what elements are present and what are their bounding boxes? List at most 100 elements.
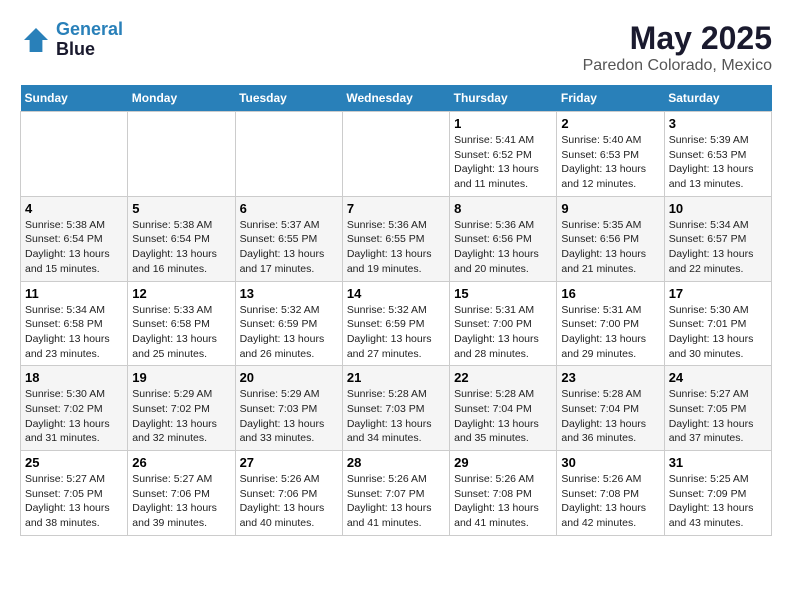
cell-text: and 30 minutes. <box>669 347 767 362</box>
cell-text: Sunrise: 5:29 AM <box>240 387 338 402</box>
cell-text: Sunset: 7:00 PM <box>454 317 552 332</box>
cell-text: Sunrise: 5:37 AM <box>240 218 338 233</box>
cell-text: Sunset: 6:53 PM <box>669 148 767 163</box>
cell-text: and 17 minutes. <box>240 262 338 277</box>
cell-text: Sunrise: 5:26 AM <box>240 472 338 487</box>
calendar-cell: 31Sunrise: 5:25 AMSunset: 7:09 PMDayligh… <box>664 451 771 536</box>
cell-text: and 38 minutes. <box>25 516 123 531</box>
day-number: 5 <box>132 201 230 216</box>
cell-text: Daylight: 13 hours <box>347 417 445 432</box>
cell-text: Daylight: 13 hours <box>561 417 659 432</box>
cell-text: Daylight: 13 hours <box>347 332 445 347</box>
cell-text: Sunset: 6:59 PM <box>240 317 338 332</box>
weekday-header-sunday: Sunday <box>21 85 128 112</box>
cell-text: Sunset: 6:54 PM <box>132 232 230 247</box>
day-number: 23 <box>561 370 659 385</box>
cell-text: Sunrise: 5:38 AM <box>132 218 230 233</box>
cell-text: and 37 minutes. <box>669 431 767 446</box>
cell-text: Sunrise: 5:35 AM <box>561 218 659 233</box>
subtitle: Paredon Colorado, Mexico <box>583 57 772 75</box>
cell-text: Daylight: 13 hours <box>347 247 445 262</box>
calendar-cell: 8Sunrise: 5:36 AMSunset: 6:56 PMDaylight… <box>450 196 557 281</box>
cell-text: and 11 minutes. <box>454 177 552 192</box>
calendar-cell: 22Sunrise: 5:28 AMSunset: 7:04 PMDayligh… <box>450 366 557 451</box>
cell-text: and 20 minutes. <box>454 262 552 277</box>
cell-text: Daylight: 13 hours <box>669 247 767 262</box>
cell-text: Sunrise: 5:41 AM <box>454 133 552 148</box>
page-header: General Blue May 2025 Paredon Colorado, … <box>20 20 772 75</box>
cell-text: Daylight: 13 hours <box>561 501 659 516</box>
logo-icon <box>20 24 52 56</box>
cell-text: Sunset: 6:54 PM <box>25 232 123 247</box>
calendar-cell: 15Sunrise: 5:31 AMSunset: 7:00 PMDayligh… <box>450 281 557 366</box>
cell-text: Sunrise: 5:28 AM <box>561 387 659 402</box>
day-number: 11 <box>25 286 123 301</box>
cell-text: Sunset: 7:07 PM <box>347 487 445 502</box>
calendar-cell: 29Sunrise: 5:26 AMSunset: 7:08 PMDayligh… <box>450 451 557 536</box>
cell-text: Sunrise: 5:26 AM <box>561 472 659 487</box>
day-number: 24 <box>669 370 767 385</box>
cell-text: and 35 minutes. <box>454 431 552 446</box>
calendar-cell: 11Sunrise: 5:34 AMSunset: 6:58 PMDayligh… <box>21 281 128 366</box>
calendar-cell: 26Sunrise: 5:27 AMSunset: 7:06 PMDayligh… <box>128 451 235 536</box>
day-number: 6 <box>240 201 338 216</box>
cell-text: Daylight: 13 hours <box>132 332 230 347</box>
logo-text: General Blue <box>56 20 123 60</box>
cell-text: Daylight: 13 hours <box>25 417 123 432</box>
cell-text: Sunset: 6:52 PM <box>454 148 552 163</box>
cell-text: Sunset: 7:06 PM <box>240 487 338 502</box>
cell-text: Sunset: 7:08 PM <box>454 487 552 502</box>
cell-text: Sunset: 7:05 PM <box>669 402 767 417</box>
cell-text: Sunrise: 5:32 AM <box>347 303 445 318</box>
day-number: 7 <box>347 201 445 216</box>
calendar-cell: 25Sunrise: 5:27 AMSunset: 7:05 PMDayligh… <box>21 451 128 536</box>
cell-text: Sunrise: 5:36 AM <box>347 218 445 233</box>
day-number: 29 <box>454 455 552 470</box>
cell-text: Sunrise: 5:40 AM <box>561 133 659 148</box>
cell-text: Daylight: 13 hours <box>669 332 767 347</box>
calendar-cell: 30Sunrise: 5:26 AMSunset: 7:08 PMDayligh… <box>557 451 664 536</box>
weekday-header-thursday: Thursday <box>450 85 557 112</box>
day-number: 19 <box>132 370 230 385</box>
cell-text: and 39 minutes. <box>132 516 230 531</box>
main-title: May 2025 <box>583 20 772 57</box>
day-number: 17 <box>669 286 767 301</box>
cell-text: Daylight: 13 hours <box>561 162 659 177</box>
day-number: 18 <box>25 370 123 385</box>
cell-text: and 13 minutes. <box>669 177 767 192</box>
day-number: 12 <box>132 286 230 301</box>
day-number: 13 <box>240 286 338 301</box>
cell-text: Sunset: 7:03 PM <box>240 402 338 417</box>
cell-text: and 23 minutes. <box>25 347 123 362</box>
cell-text: Sunset: 7:00 PM <box>561 317 659 332</box>
cell-text: Daylight: 13 hours <box>454 332 552 347</box>
cell-text: Daylight: 13 hours <box>240 332 338 347</box>
cell-text: Sunrise: 5:39 AM <box>669 133 767 148</box>
cell-text: Daylight: 13 hours <box>240 501 338 516</box>
day-number: 21 <box>347 370 445 385</box>
weekday-header-saturday: Saturday <box>664 85 771 112</box>
cell-text: Sunset: 6:59 PM <box>347 317 445 332</box>
cell-text: Sunrise: 5:27 AM <box>25 472 123 487</box>
cell-text: Sunset: 7:04 PM <box>454 402 552 417</box>
calendar-cell: 18Sunrise: 5:30 AMSunset: 7:02 PMDayligh… <box>21 366 128 451</box>
cell-text: Daylight: 13 hours <box>669 162 767 177</box>
cell-text: Sunrise: 5:27 AM <box>669 387 767 402</box>
cell-text: Daylight: 13 hours <box>454 162 552 177</box>
day-number: 15 <box>454 286 552 301</box>
cell-text: Sunset: 6:53 PM <box>561 148 659 163</box>
cell-text: Sunrise: 5:28 AM <box>347 387 445 402</box>
cell-text: Daylight: 13 hours <box>132 417 230 432</box>
calendar-cell: 7Sunrise: 5:36 AMSunset: 6:55 PMDaylight… <box>342 196 449 281</box>
cell-text: Sunset: 7:06 PM <box>132 487 230 502</box>
cell-text: Sunrise: 5:27 AM <box>132 472 230 487</box>
cell-text: and 15 minutes. <box>25 262 123 277</box>
cell-text: and 33 minutes. <box>240 431 338 446</box>
day-number: 3 <box>669 116 767 131</box>
cell-text: Sunrise: 5:32 AM <box>240 303 338 318</box>
cell-text: Sunset: 6:58 PM <box>25 317 123 332</box>
cell-text: Sunset: 6:57 PM <box>669 232 767 247</box>
cell-text: and 32 minutes. <box>132 431 230 446</box>
cell-text: Sunset: 7:08 PM <box>561 487 659 502</box>
cell-text: and 19 minutes. <box>347 262 445 277</box>
